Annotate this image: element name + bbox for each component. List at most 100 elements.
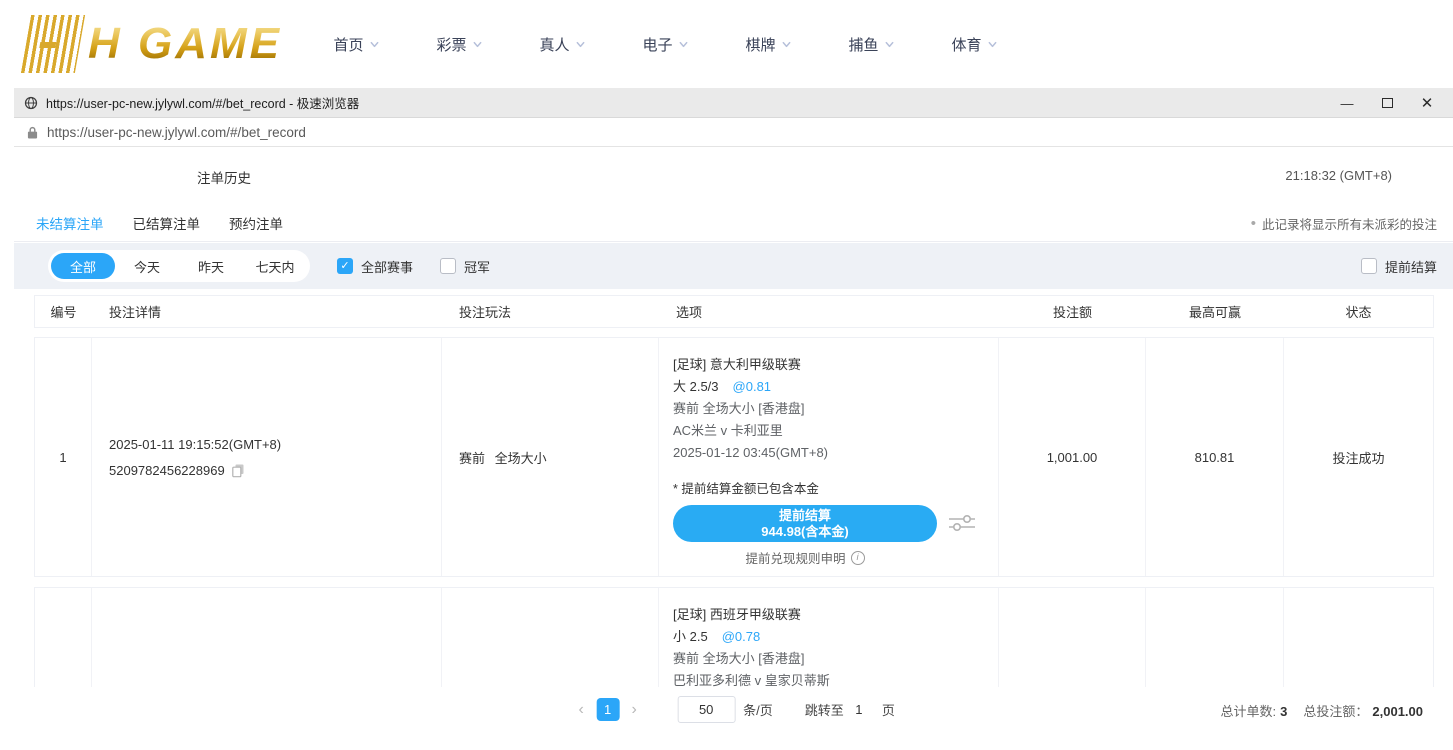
early-settle-label: 提前结算: [1385, 257, 1437, 276]
site-logo[interactable]: H GAME: [26, 6, 282, 82]
jump-page-input[interactable]: [844, 696, 874, 723]
range-pill-7days[interactable]: 七天内: [243, 253, 307, 279]
page-number-button[interactable]: 1: [596, 698, 619, 721]
maximize-glyph: [1382, 98, 1393, 108]
browser-window: https://user-pc-new.jylywl.com/#/bet_rec…: [14, 88, 1453, 750]
nav-item-live[interactable]: 真人: [511, 34, 614, 55]
range-pill-today[interactable]: 今天: [115, 253, 179, 279]
col-header-play: 投注玩法: [442, 302, 659, 321]
total-amount-label: 总投注额：: [1303, 704, 1368, 719]
chevron-down-icon: [781, 39, 792, 50]
all-events-label: 全部赛事: [361, 257, 413, 276]
nav-item-sports[interactable]: 体育: [923, 34, 1026, 55]
total-count: 总计单数:3: [1221, 701, 1288, 720]
total-count-label: 总计单数:: [1221, 704, 1277, 719]
cashout-rule-text: 提前兑现规则申明: [745, 548, 845, 567]
bet-placed-time: 2025-01-11 19:15:52(GMT+8): [109, 437, 441, 452]
bet-record-page: 注单历史 21:18:32 (GMT+8) 未结算注单 已结算注单 预约注单 •…: [14, 148, 1453, 750]
col-header-maxwin: 最高可赢: [1146, 302, 1284, 321]
early-settle-checkbox[interactable]: 提前结算: [1361, 257, 1437, 276]
col-header-option: 选项: [659, 302, 999, 321]
next-page-icon[interactable]: ›: [625, 701, 643, 719]
col-header-no: 编号: [35, 302, 92, 321]
table-header: 编号 投注详情 投注玩法 选项 投注额 最高可赢 状态: [34, 295, 1434, 328]
tabs: 未结算注单 已结算注单 预约注单: [36, 205, 283, 241]
footer-bar: ‹ 1 › 条/页 跳转至 页 总计单数:3 总投注额：2,001.00: [14, 687, 1453, 750]
col-header-detail: 投注详情: [92, 302, 442, 321]
cashout-button-title: 提前结算: [779, 508, 831, 524]
address-bar[interactable]: https://user-pc-new.jylywl.com/#/bet_rec…: [14, 118, 1453, 147]
table-row: 1 2025-01-11 19:15:52(GMT+8) 52097824562…: [34, 337, 1434, 577]
match-time-line: 2025-01-12 03:45(GMT+8): [673, 442, 998, 464]
pick: 小 2.5: [673, 626, 708, 648]
nav-label: 彩票: [436, 34, 466, 55]
checkbox-unchecked-icon: [1361, 258, 1377, 274]
cell-option: [足球] 意大利甲级联赛 大 2.5/3 @0.81 赛前 全场大小 [香港盘]…: [659, 338, 999, 576]
minimize-icon[interactable]: —: [1327, 88, 1367, 118]
nav-item-lottery[interactable]: 彩票: [408, 34, 511, 55]
browser-title-bar[interactable]: https://user-pc-new.jylywl.com/#/bet_rec…: [14, 88, 1453, 118]
nav-label: 真人: [539, 34, 569, 55]
tab-unsettled[interactable]: 未结算注单: [36, 213, 104, 233]
clock: 21:18:32 (GMT+8): [1285, 168, 1392, 183]
main-nav: 首页 彩票 真人 电子 棋牌 捕鱼 体育: [305, 0, 1026, 88]
close-icon[interactable]: ✕: [1407, 88, 1447, 118]
checkbox-checked-icon: ✓: [337, 258, 353, 274]
bullet-icon: •: [1251, 216, 1256, 231]
nav-label: 首页: [333, 34, 363, 55]
range-pill-yesterday[interactable]: 昨天: [179, 253, 243, 279]
lock-icon: [27, 126, 38, 139]
window-controls: — ✕: [1327, 88, 1447, 118]
chevron-down-icon: [678, 39, 689, 50]
page-title: 注单历史: [197, 167, 251, 187]
jump-to-label: 跳转至: [805, 700, 844, 719]
champion-checkbox[interactable]: 冠军: [440, 257, 490, 276]
cell-bet-detail: 2025-01-11 19:15:52(GMT+8) 5209782456228…: [92, 338, 442, 576]
nav-item-home[interactable]: 首页: [305, 34, 408, 55]
record-note-text: 此记录将显示所有未派彩的投注: [1262, 214, 1437, 233]
league-line: [足球] 意大利甲级联赛: [673, 354, 998, 376]
prev-page-icon[interactable]: ‹: [572, 701, 590, 719]
bet-id: 5209782456228969: [109, 463, 225, 478]
checkbox-unchecked-icon: [440, 258, 456, 274]
range-pill-all[interactable]: 全部: [51, 253, 115, 279]
nav-item-slots[interactable]: 电子: [614, 34, 717, 55]
cashout-button[interactable]: 提前结算 944.98(含本金): [673, 505, 937, 542]
cell-amount: 1,001.00: [999, 338, 1146, 576]
date-range-group: 全部 今天 昨天 七天内: [48, 250, 310, 282]
chevron-down-icon: [575, 39, 586, 50]
nav-label: 捕鱼: [848, 34, 878, 55]
globe-icon: [24, 96, 38, 110]
totals: 总计单数:3 总投注额：2,001.00: [1221, 701, 1423, 720]
chevron-down-icon: [987, 39, 998, 50]
league-line: [足球] 西班牙甲级联赛: [673, 604, 998, 626]
odds: @0.81: [733, 376, 772, 398]
logo-text: H GAME: [88, 22, 282, 66]
maximize-icon[interactable]: [1367, 88, 1407, 118]
copy-icon[interactable]: [231, 463, 245, 478]
tab-settled[interactable]: 已结算注单: [133, 213, 201, 233]
nav-item-cards[interactable]: 棋牌: [717, 34, 820, 55]
chevron-down-icon: [369, 39, 380, 50]
record-note: • 此记录将显示所有未派彩的投注: [1251, 205, 1437, 241]
info-icon[interactable]: i: [851, 551, 865, 565]
cell-max-win: 810.81: [1146, 338, 1284, 576]
total-amount: 总投注额：2,001.00: [1303, 701, 1423, 720]
tab-reserved[interactable]: 预约注单: [229, 213, 283, 233]
cashout-rule: 提前兑现规则申明 i: [673, 548, 937, 567]
col-header-amount: 投注额: [999, 302, 1146, 321]
filter-row: 全部 今天 昨天 七天内 ✓ 全部赛事 冠军 提前结算: [14, 243, 1453, 289]
sliders-icon[interactable]: [947, 512, 977, 537]
all-events-checkbox[interactable]: ✓ 全部赛事: [337, 257, 413, 276]
nav-item-fishing[interactable]: 捕鱼: [820, 34, 923, 55]
chevron-down-icon: [884, 39, 895, 50]
logo-bars-icon: [21, 15, 85, 73]
page-size-input[interactable]: [677, 696, 735, 723]
site-header: H GAME 首页 彩票 真人 电子 棋牌 捕鱼 体育: [0, 0, 1453, 88]
cashout-button-amount: 944.98(含本金): [761, 524, 848, 540]
market-line: 赛前 全场大小 [香港盘]: [673, 398, 998, 420]
pick: 大 2.5/3: [673, 376, 719, 398]
nav-label: 电子: [642, 34, 672, 55]
chevron-down-icon: [472, 39, 483, 50]
nav-label: 体育: [951, 34, 981, 55]
